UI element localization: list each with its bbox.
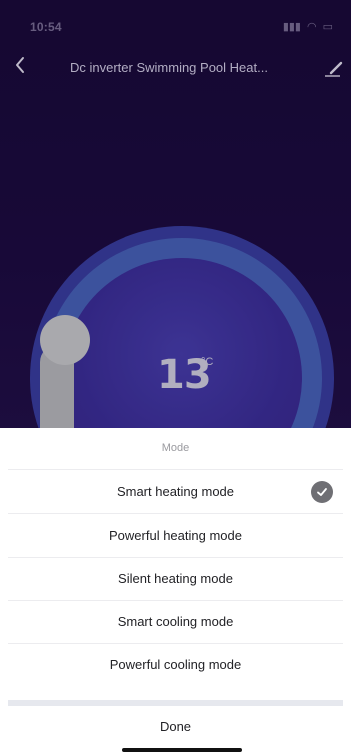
mode-option-label: Silent heating mode xyxy=(118,571,233,586)
mode-option-powerful-cooling[interactable]: Powerful cooling mode xyxy=(0,643,351,686)
screen: 10:54 ▮▮▮ ◠ ▭ Dc inverter Swimming Pool … xyxy=(0,0,351,755)
done-button[interactable]: Done xyxy=(0,710,351,750)
mode-option-label: Powerful cooling mode xyxy=(109,657,242,672)
mode-option-silent-heating[interactable]: Silent heating mode xyxy=(0,557,351,600)
sheet-separator xyxy=(8,700,343,706)
mode-option-label: Smart heating mode xyxy=(116,484,235,499)
checkmark-icon xyxy=(311,481,333,503)
mode-option-label: Smart cooling mode xyxy=(117,614,234,629)
mode-option-smart-cooling[interactable]: Smart cooling mode xyxy=(0,600,351,643)
mode-option-powerful-heating[interactable]: Powerful heating mode xyxy=(0,514,351,557)
home-indicator xyxy=(122,748,242,752)
mode-option-smart-heating[interactable]: Smart heating mode xyxy=(0,470,351,513)
mode-option-label: Powerful heating mode xyxy=(109,528,242,543)
sheet-title: Mode xyxy=(161,442,190,454)
modal-overlay[interactable] xyxy=(0,0,351,430)
mode-sheet: Mode Smart heating mode Powerful heating… xyxy=(0,428,351,755)
